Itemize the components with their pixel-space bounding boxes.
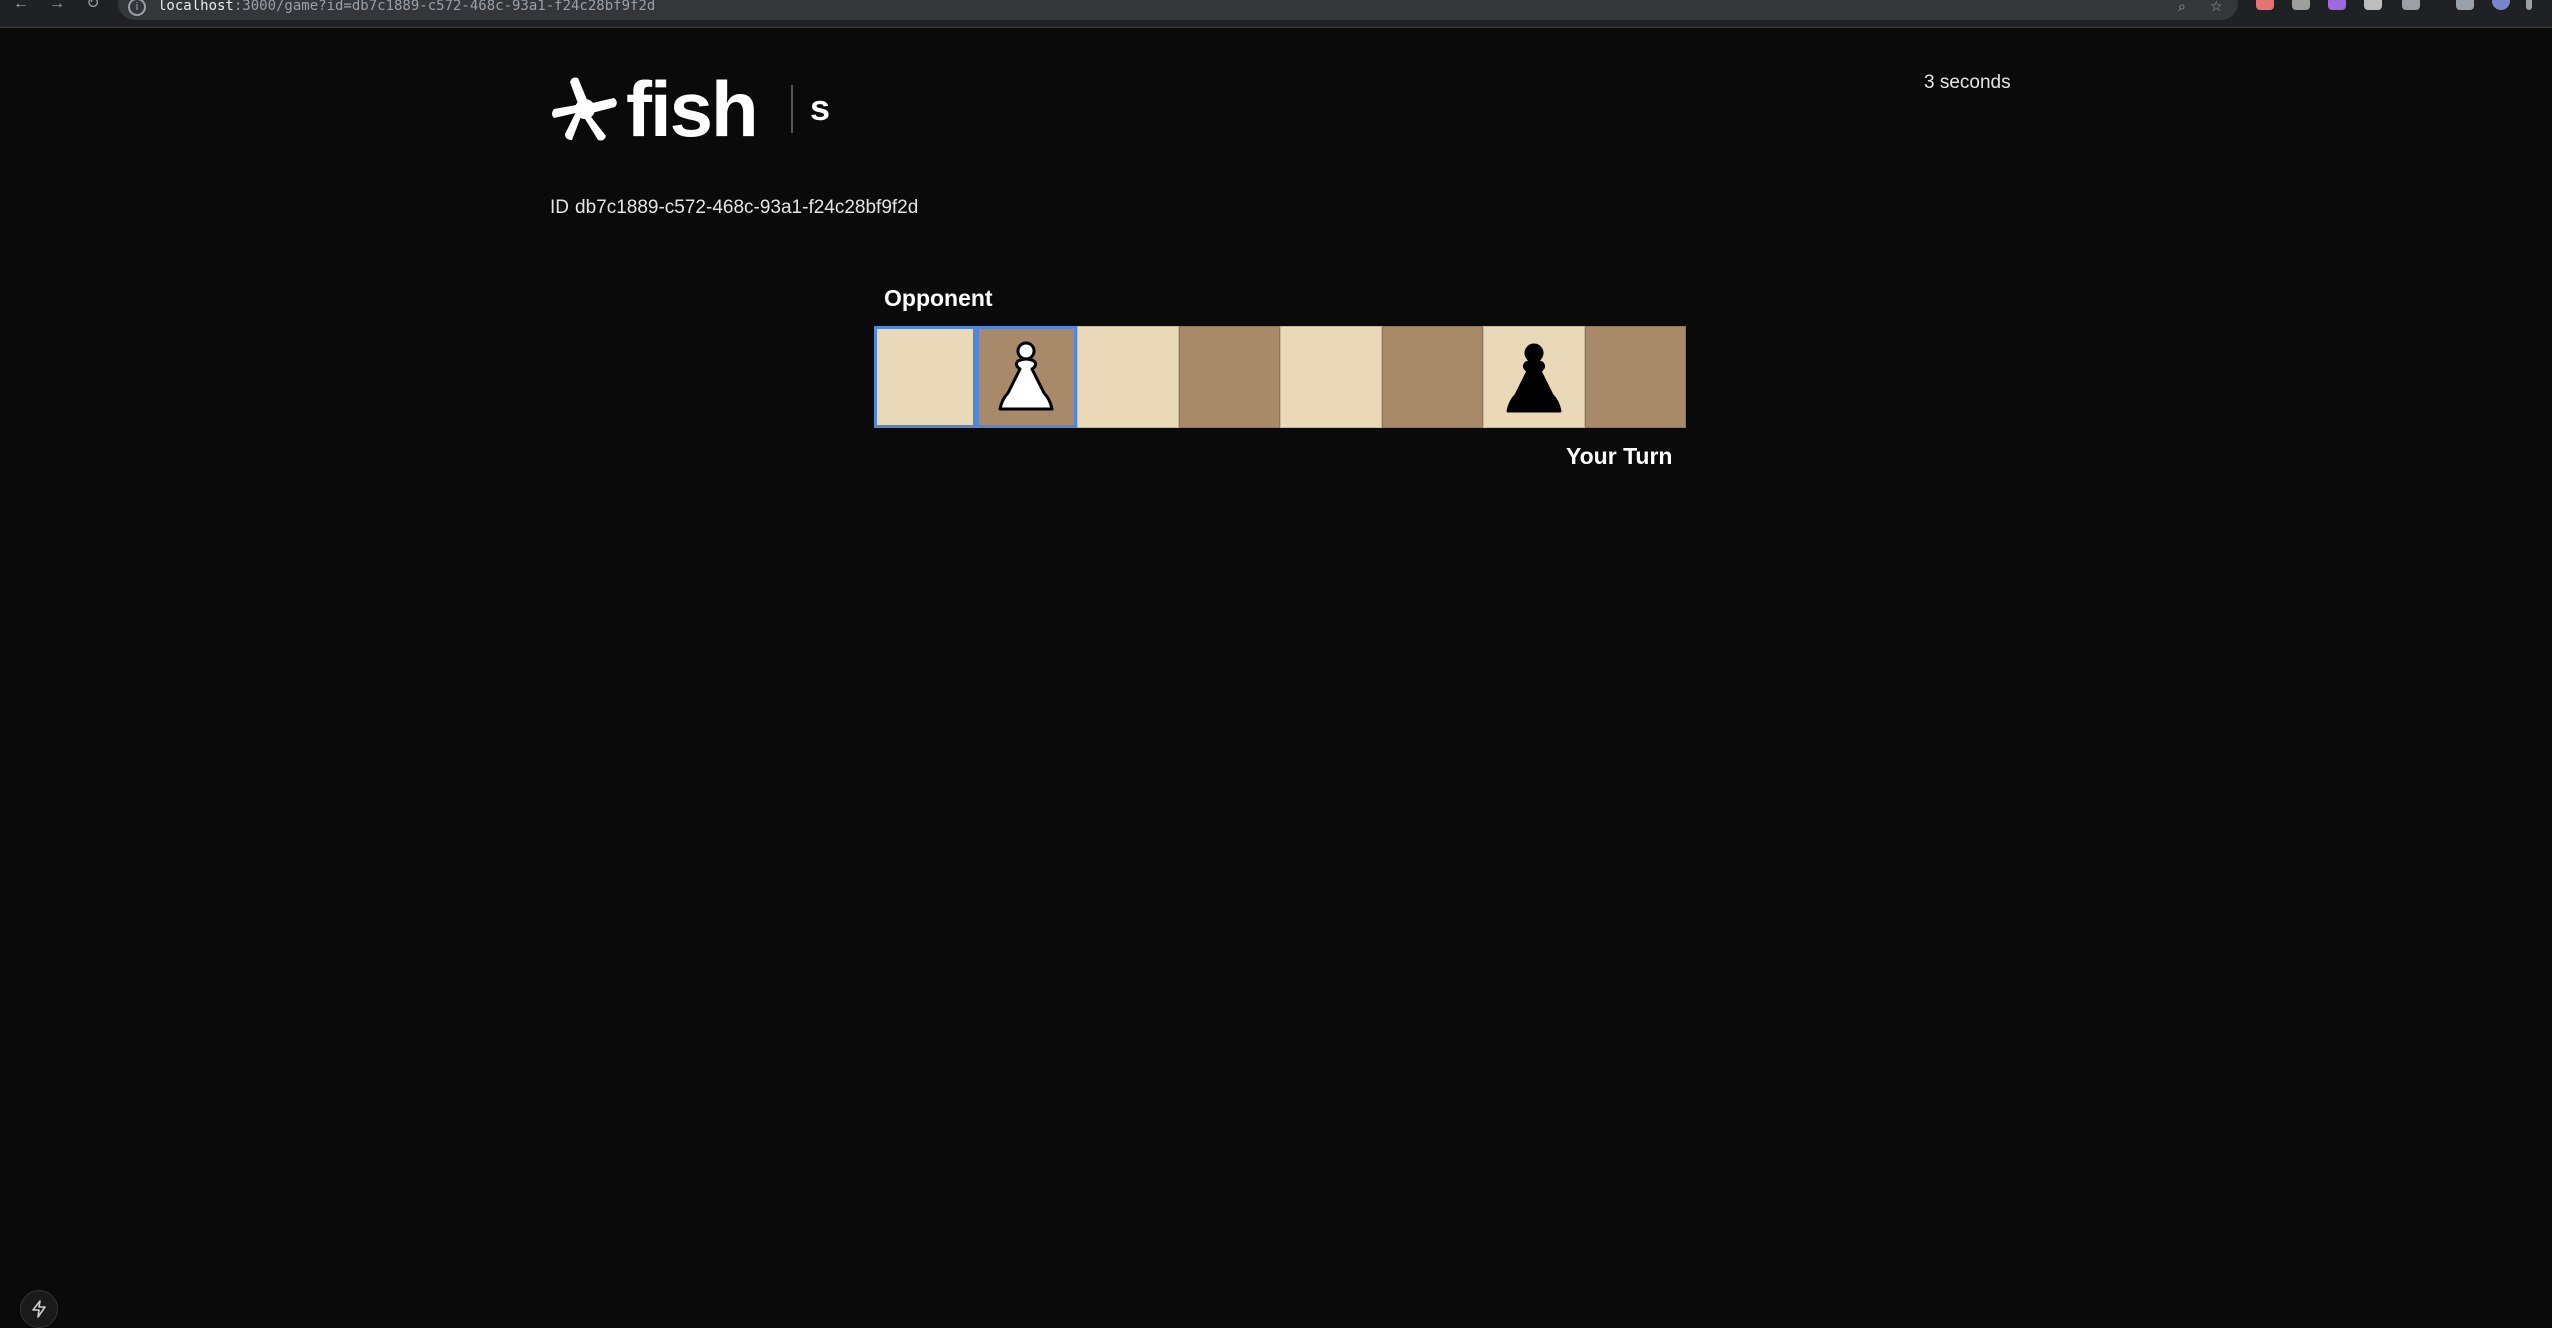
url-path: :3000/game?id=db7c1889-c572-468c-93a1-f2… bbox=[233, 0, 656, 14]
forward-icon[interactable]: → bbox=[46, 0, 68, 12]
timer-text: 3 seconds bbox=[1924, 72, 2011, 93]
opponent-label: Opponent bbox=[884, 285, 993, 311]
asterisk-icon bbox=[552, 77, 617, 141]
board-square[interactable] bbox=[1483, 326, 1585, 428]
extension-icon[interactable] bbox=[2256, 0, 2274, 10]
game-id: ID db7c1889-c572-468c-93a1-f24c28bf9f2d bbox=[550, 197, 918, 219]
lightning-icon bbox=[32, 1300, 46, 1318]
black-pawn-icon[interactable] bbox=[1502, 339, 1566, 417]
logo-text: fish bbox=[626, 65, 759, 153]
dev-tools-button[interactable] bbox=[20, 1290, 58, 1328]
zoom-icon[interactable]: ⌕ bbox=[2178, 0, 2186, 14]
logo-subtitle: s bbox=[810, 87, 831, 128]
browser-toolbar: ← → ↻ i localhost:3000/game?id=db7c1889-… bbox=[0, 0, 2552, 28]
game-id-value: db7c1889-c572-468c-93a1-f24c28bf9f2d bbox=[575, 197, 919, 218]
extension-icon[interactable] bbox=[2364, 0, 2382, 10]
reload-icon[interactable]: ↻ bbox=[82, 0, 104, 12]
turn-indicator: Your Turn bbox=[1566, 443, 1673, 469]
menu-kebab-icon[interactable] bbox=[2526, 0, 2532, 10]
logo-divider bbox=[791, 85, 793, 133]
board-square[interactable] bbox=[1280, 326, 1382, 428]
board-square[interactable] bbox=[1077, 326, 1179, 428]
white-pawn-icon[interactable] bbox=[994, 337, 1058, 415]
bookmark-star-icon[interactable]: ☆ bbox=[2210, 0, 2223, 14]
back-icon[interactable]: ← bbox=[10, 0, 32, 12]
download-icon[interactable] bbox=[2456, 0, 2474, 10]
site-info-icon[interactable]: i bbox=[128, 0, 146, 16]
game-board bbox=[874, 326, 1686, 428]
board-square[interactable] bbox=[1584, 326, 1686, 428]
board-square[interactable] bbox=[1381, 326, 1483, 428]
game-id-label: ID bbox=[550, 197, 569, 218]
extension-icon[interactable] bbox=[2292, 0, 2310, 10]
url-host: localhost bbox=[158, 0, 234, 14]
app-logo[interactable]: fish bbox=[550, 65, 759, 153]
board-square[interactable] bbox=[874, 326, 976, 428]
extension-icon[interactable] bbox=[2328, 0, 2346, 10]
url-text[interactable]: localhost:3000/game?id=db7c1889-c572-468… bbox=[158, 0, 655, 14]
address-bar[interactable]: i localhost:3000/game?id=db7c1889-c572-4… bbox=[118, 0, 2238, 20]
extensions-puzzle-icon[interactable] bbox=[2402, 0, 2420, 10]
profile-avatar[interactable] bbox=[2492, 0, 2510, 10]
board-square[interactable] bbox=[1178, 326, 1280, 428]
board-square[interactable] bbox=[975, 326, 1077, 428]
